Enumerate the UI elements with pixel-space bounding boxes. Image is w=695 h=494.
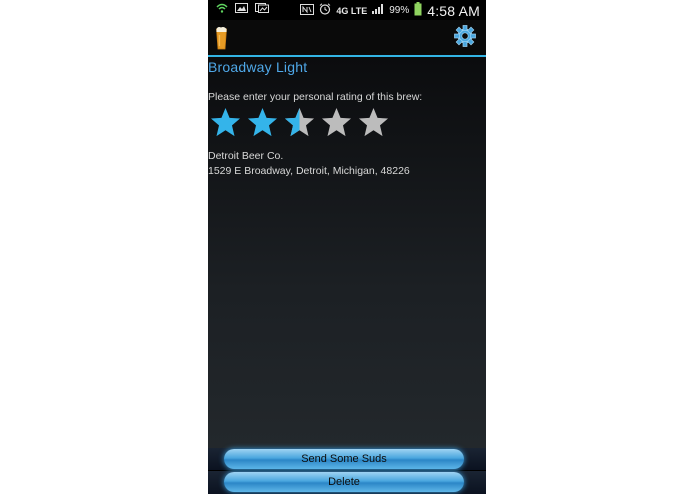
brew-detail-panel: Broadway Light Please enter your persona… xyxy=(208,57,486,448)
star-1-icon[interactable] xyxy=(210,107,241,138)
wifi-icon xyxy=(216,3,228,16)
signal-icon xyxy=(372,4,384,17)
send-button-bar: Send Some Suds xyxy=(208,448,486,470)
rating-prompt: Please enter your personal rating of thi… xyxy=(208,91,423,103)
star-3-half-icon[interactable] xyxy=(284,107,315,138)
star-5-icon[interactable] xyxy=(358,107,389,138)
star-4-icon[interactable] xyxy=(321,107,352,138)
brewery-info: Detroit Beer Co. 1529 E Broadway, Detroi… xyxy=(208,149,410,179)
battery-percent: 99% xyxy=(389,5,410,16)
send-some-suds-button[interactable]: Send Some Suds xyxy=(224,449,464,469)
alarm-icon xyxy=(319,3,331,18)
brewery-name: Detroit Beer Co. xyxy=(208,150,284,162)
battery-icon xyxy=(414,2,422,19)
brewery-address: 1529 E Broadway, Detroit, Michigan, 4822… xyxy=(208,165,410,177)
rating-bar[interactable] xyxy=(210,107,389,138)
star-2-icon[interactable] xyxy=(247,107,278,138)
delete-button[interactable]: Delete xyxy=(224,472,464,492)
action-bar xyxy=(208,20,486,57)
gallery-icon xyxy=(235,3,248,16)
delete-button-bar: Delete xyxy=(208,471,486,494)
network-type-label: 4G LTE xyxy=(336,5,368,16)
clock-time: 4:58 AM xyxy=(427,2,480,19)
phone-screen: 4G LTE 99% 4:58 AM Broadway Light Please… xyxy=(208,0,486,494)
image-notification-icon xyxy=(255,3,269,16)
brew-name: Broadway Light xyxy=(208,59,308,75)
gear-icon[interactable] xyxy=(454,25,476,52)
nfc-icon xyxy=(300,3,315,18)
status-bar: 4G LTE 99% 4:58 AM xyxy=(208,0,486,20)
beer-glass-icon[interactable] xyxy=(216,26,227,55)
